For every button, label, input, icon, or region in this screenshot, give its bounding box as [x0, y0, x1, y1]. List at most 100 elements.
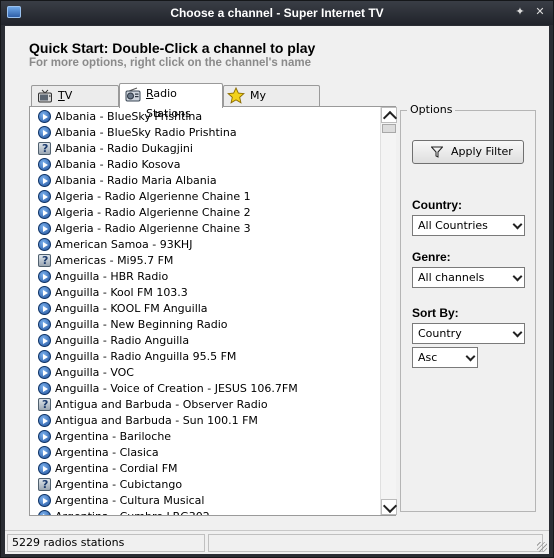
station-name: Argentina - Cumbre LRG302 [55, 510, 210, 515]
scroll-down-button[interactable] [381, 499, 397, 515]
station-name: Antigua and Barbuda - Observer Radio [55, 398, 268, 411]
play-icon [38, 110, 51, 123]
list-item[interactable]: Albania - Radio Dukagjini [34, 141, 379, 157]
list-item[interactable]: Anguilla - Voice of Creation - JESUS 106… [34, 381, 379, 397]
play-icon [38, 302, 51, 315]
close-button[interactable]: ✕ [533, 5, 547, 19]
list-item[interactable]: Anguilla - Radio Anguilla [34, 333, 379, 349]
scroll-up-button[interactable] [381, 107, 397, 123]
sort-order-select[interactable]: Asc [412, 347, 478, 368]
list-item[interactable]: Argentina - Cordial FM [34, 461, 379, 477]
sort-order-select-value: Asc [418, 351, 438, 364]
list-item[interactable]: Argentina - Cultura Musical [34, 493, 379, 509]
list-item[interactable]: Antigua and Barbuda - Sun 100.1 FM [34, 413, 379, 429]
station-name: Albania - Radio Maria Albania [55, 174, 217, 187]
station-name: Algeria - Radio Algerienne Chaine 2 [55, 206, 251, 219]
play-icon [38, 270, 51, 283]
play-icon [38, 382, 51, 395]
list-item[interactable]: Anguilla - VOC [34, 365, 379, 381]
tv-icon [38, 89, 52, 103]
quick-start-title: Quick Start: Double-Click a channel to p… [29, 40, 316, 56]
list-item[interactable]: Anguilla - HBR Radio [34, 269, 379, 285]
vertical-scrollbar[interactable] [380, 107, 397, 515]
title-bar[interactable]: Choose a channel - Super Internet TV ✦ ✕ [1, 1, 553, 25]
station-name: Anguilla - Kool FM 103.3 [55, 286, 188, 299]
sort-by-select-value: Country [418, 327, 462, 340]
play-icon [38, 430, 51, 443]
genre-label: Genre: [412, 250, 451, 264]
genre-select-value: All channels [418, 271, 485, 284]
funnel-icon [431, 146, 443, 158]
list-item[interactable]: Anguilla - KOOL FM Anguilla [34, 301, 379, 317]
tab-tv-stations[interactable]: TV Stations [31, 85, 119, 122]
station-name: Anguilla - Voice of Creation - JESUS 106… [55, 382, 298, 395]
question-icon [38, 141, 51, 157]
station-name: Albania - BlueSky Radio Prishtina [55, 126, 237, 139]
station-name: Argentina - Cordial FM [55, 462, 178, 475]
options-legend: Options [407, 103, 456, 116]
apply-filter-button[interactable]: Apply Filter [412, 140, 524, 164]
play-icon [38, 286, 51, 299]
station-name: Argentina - Cultura Musical [55, 494, 205, 507]
list-item[interactable]: Algeria - Radio Algerienne Chaine 2 [34, 205, 379, 221]
status-bar: 5229 radios stations [5, 530, 549, 554]
country-select-value: All Countries [418, 219, 488, 232]
pin-icon[interactable]: ✦ [513, 5, 527, 19]
play-icon [38, 174, 51, 187]
play-icon [38, 238, 51, 251]
play-icon [38, 462, 51, 475]
client-area: Quick Start: Double-Click a channel to p… [5, 26, 549, 554]
resize-grip[interactable] [537, 542, 547, 552]
play-icon [38, 446, 51, 459]
list-item[interactable]: Anguilla - New Beginning Radio [34, 317, 379, 333]
question-icon [38, 397, 51, 413]
station-name: Algeria - Radio Algerienne Chaine 3 [55, 222, 251, 235]
list-item[interactable]: Albania - BlueSky Prishtina [34, 109, 379, 125]
station-name: Argentina - Clasica [55, 446, 159, 459]
list-item[interactable]: Antigua and Barbuda - Observer Radio [34, 397, 379, 413]
station-list[interactable]: Albania - BlueSky Prishtina Albania - Blu… [34, 109, 379, 515]
station-name: Anguilla - Radio Anguilla [55, 334, 190, 347]
scroll-thumb[interactable] [382, 124, 396, 133]
list-item[interactable]: Algeria - Radio Algerienne Chaine 3 [34, 221, 379, 237]
tab-radio-stations[interactable]: Radio Stations [119, 83, 223, 120]
list-item[interactable]: Albania - Radio Kosova [34, 157, 379, 173]
list-item[interactable]: Argentina - Cubictango [34, 477, 379, 493]
play-icon [38, 126, 51, 139]
list-item[interactable]: Americas - Mi95.7 FM [34, 253, 379, 269]
options-group: Options Apply Filter Country: All Countr… [400, 103, 536, 512]
station-name: Anguilla - New Beginning Radio [55, 318, 228, 331]
country-select[interactable]: All Countries [412, 215, 525, 236]
play-icon [38, 350, 51, 363]
play-icon [38, 366, 51, 379]
list-item[interactable]: Algeria - Radio Algerienne Chaine 1 [34, 189, 379, 205]
quick-start-subtitle: For more options, right click on the cha… [29, 57, 311, 69]
play-icon [38, 206, 51, 219]
list-item[interactable]: Argentina - Cumbre LRG302 [34, 509, 379, 515]
list-item[interactable]: Albania - BlueSky Radio Prishtina [34, 125, 379, 141]
play-icon [38, 222, 51, 235]
play-icon [38, 334, 51, 347]
station-name: Anguilla - Radio Anguilla 95.5 FM [55, 350, 237, 363]
play-icon [38, 494, 51, 507]
tab-my-favorites[interactable]: My Favorites [223, 85, 320, 122]
play-icon [38, 414, 51, 427]
station-name: Americas - Mi95.7 FM [55, 254, 174, 267]
list-item[interactable]: Anguilla - Kool FM 103.3 [34, 285, 379, 301]
list-item[interactable]: Albania - Radio Maria Albania [34, 173, 379, 189]
station-name: Anguilla - KOOL FM Anguilla [55, 302, 208, 315]
play-icon [38, 318, 51, 331]
list-item[interactable]: Argentina - Bariloche [34, 429, 379, 445]
list-item[interactable]: Anguilla - Radio Anguilla 95.5 FM [34, 349, 379, 365]
play-icon [38, 190, 51, 203]
question-icon [38, 253, 51, 269]
genre-select[interactable]: All channels [412, 267, 525, 288]
station-name: Anguilla - HBR Radio [55, 270, 169, 283]
sort-by-select[interactable]: Country [412, 323, 525, 344]
radio-stations-pane: Albania - BlueSky Prishtina Albania - Blu… [29, 106, 397, 516]
list-item[interactable]: American Samoa - 93KHJ [34, 237, 379, 253]
star-icon [227, 87, 245, 104]
list-item[interactable]: Argentina - Clasica [34, 445, 379, 461]
tab-radio-label: adio Stations [146, 87, 191, 120]
station-name: Argentina - Bariloche [55, 430, 172, 443]
